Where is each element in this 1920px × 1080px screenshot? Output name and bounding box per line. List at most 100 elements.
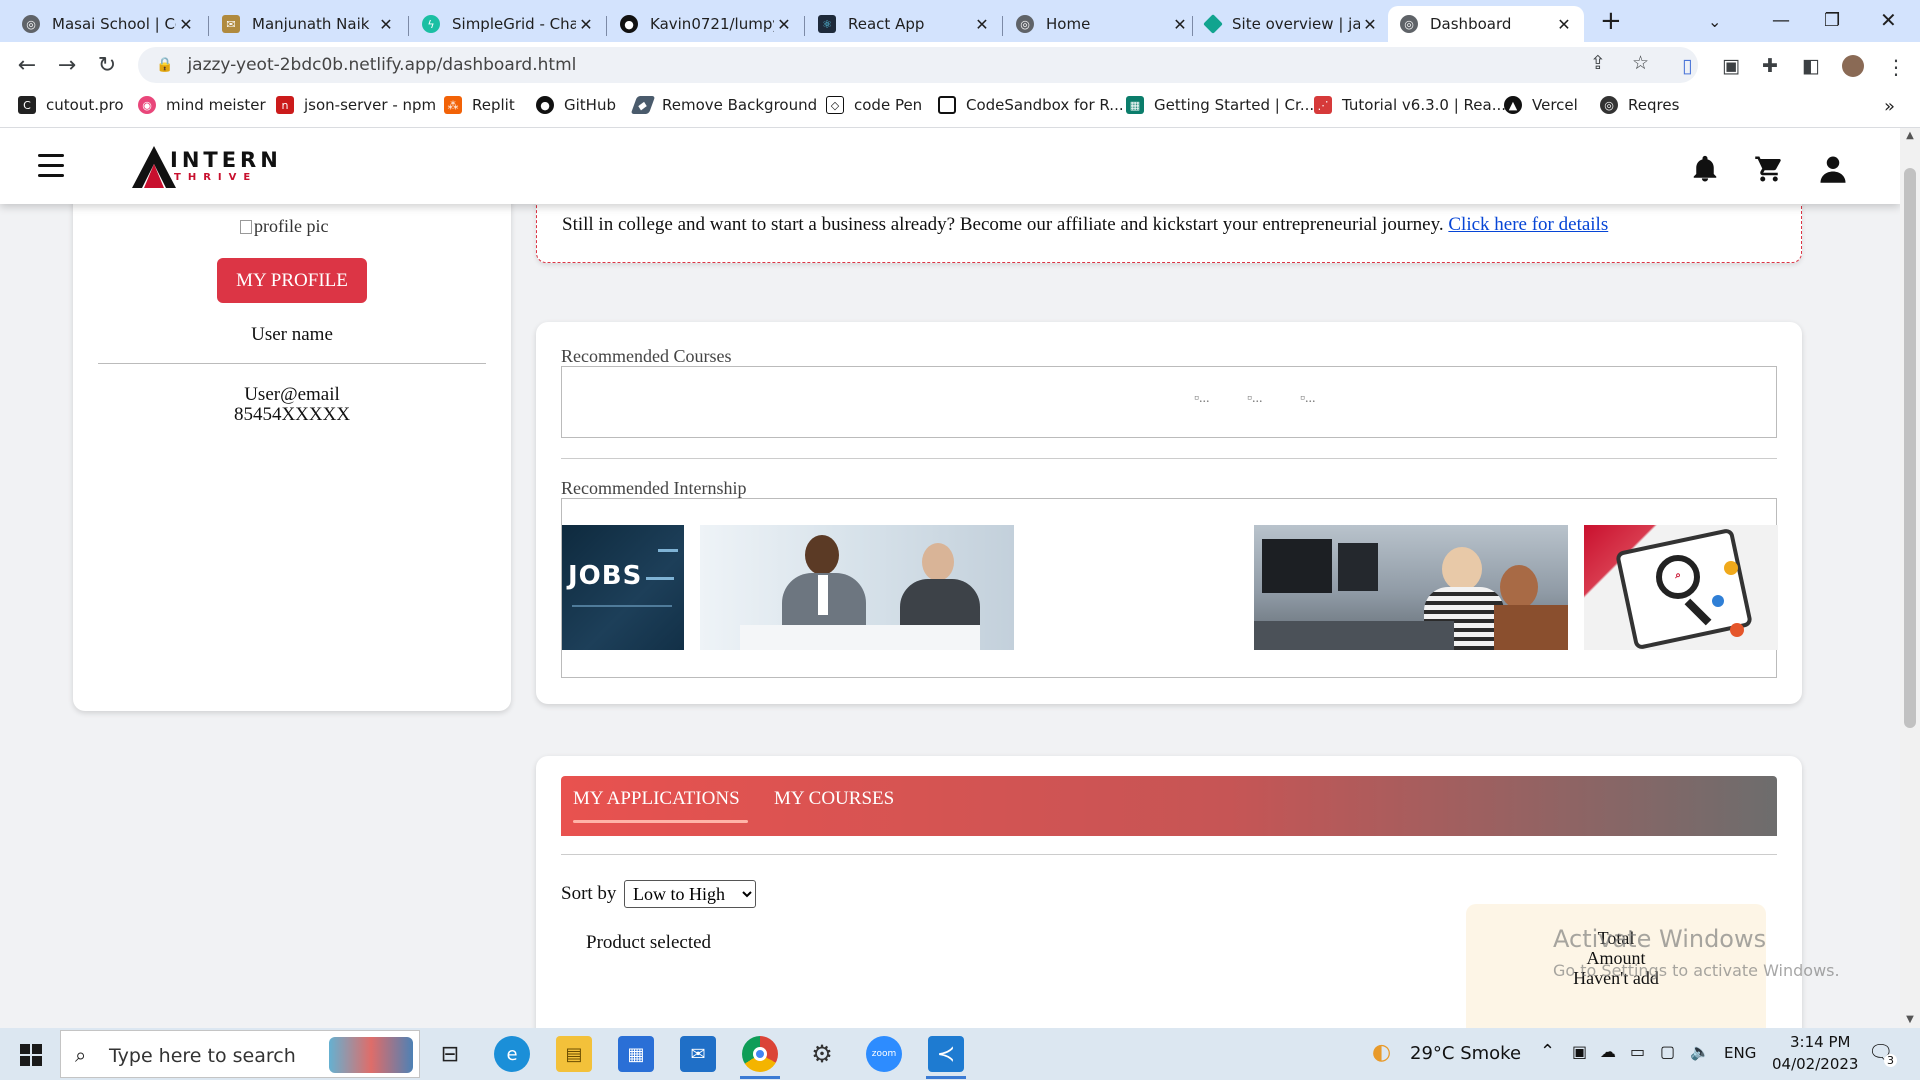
reload-icon[interactable]: ↻ [92,50,122,80]
browser-tab[interactable]: ϟ SimpleGrid - Cha ✕ [410,6,606,42]
product-selected-text: Product selected [586,932,712,953]
bookmark-item[interactable]: ▦ Getting Started | Cr... [1126,96,1314,114]
zoom-icon[interactable]: zoom [866,1036,902,1072]
browser-tab[interactable]: Site overview | ja ✕ [1194,6,1390,42]
my-profile-button[interactable]: MY PROFILE [217,258,367,303]
volume-icon[interactable]: 🔈 [1690,1042,1710,1061]
bookmark-item[interactable]: ● GitHub [536,96,616,114]
bookmark-item[interactable]: ◇ code Pen [826,96,922,114]
weather-icon[interactable]: ◐ [1372,1040,1391,1065]
browser-tab[interactable]: ◎ Masai School | Co ✕ [10,6,206,42]
settings-icon[interactable]: ⚙ [804,1036,840,1072]
bookmark-item[interactable]: n json-server - npm [276,96,436,114]
user-icon[interactable] [1818,154,1848,184]
more-vert-icon[interactable]: ⋮ [1886,55,1906,79]
forward-icon[interactable]: → [52,50,82,80]
mail-icon[interactable]: ✉ [680,1036,716,1072]
close-window-icon[interactable]: ✕ [1880,8,1897,32]
edge-icon[interactable]: e [494,1036,530,1072]
course-thumbnail[interactable]: ▫... [1247,391,1262,407]
task-view-icon[interactable]: ⊟ [432,1036,468,1072]
close-tab-icon[interactable]: ✕ [176,15,196,34]
scroll-up-icon[interactable]: ▲ [1900,130,1920,141]
sort-select[interactable]: Low to High [624,880,756,908]
codesandbox-icon [938,96,956,114]
language-indicator[interactable]: ENG [1724,1044,1756,1062]
side-panel-icon[interactable]: ◧ [1802,55,1820,77]
store-icon[interactable]: ▦ [618,1036,654,1072]
close-tab-icon[interactable]: ✕ [376,15,396,34]
more-bookmarks-icon[interactable]: » [1884,96,1895,117]
puzzle-icon[interactable]: ✚ [1762,55,1778,77]
internship-image-office[interactable] [1254,525,1568,650]
recommended-card: Recommended Courses ▫... ▫... ▫... Recom… [536,322,1802,704]
close-tab-icon[interactable]: ✕ [1170,15,1190,34]
active-tab-indicator [573,820,748,823]
tab-my-applications[interactable]: MY APPLICATIONS [573,788,740,810]
browser-tab[interactable]: ✉ Manjunath Naik | ✕ [210,6,406,42]
new-tab-icon[interactable]: + [1600,6,1622,36]
media-icon[interactable]: ▣ [1722,55,1740,77]
share-icon[interactable]: ⇪ [1590,52,1606,74]
course-thumbnail[interactable]: ▫... [1194,391,1209,407]
logo[interactable]: INTERN THRIVE [130,142,278,192]
clock-date[interactable]: 04/02/2023 [1772,1055,1858,1073]
page-scrollbar[interactable]: ▲ ▼ [1900,128,1920,1028]
weather-text[interactable]: 29°C Smoke [1410,1043,1521,1064]
chrome-icon[interactable] [742,1036,778,1072]
internship-image-interview[interactable] [700,525,1014,650]
bookmark-item[interactable]: ▲ Vercel [1504,96,1578,114]
browser-tab[interactable]: ⚛ React App ✕ [806,6,1002,42]
vscode-icon[interactable]: ≺ [928,1036,964,1072]
clock-time[interactable]: 3:14 PM [1790,1033,1850,1051]
tab-my-courses[interactable]: MY COURSES [774,788,894,810]
close-tab-icon[interactable]: ✕ [1360,15,1380,34]
affiliate-details-link[interactable]: Click here for details [1448,214,1608,235]
internship-image-job-search[interactable]: ⌕ [1584,525,1778,651]
cart-icon[interactable] [1754,154,1784,184]
star-icon[interactable]: ☆ [1632,52,1649,74]
onedrive-icon[interactable]: ☁ [1600,1042,1616,1061]
globe-icon: ◎ [1600,96,1618,114]
site-header: INTERN THRIVE [0,128,1900,204]
file-explorer-icon[interactable]: ▤ [556,1036,592,1072]
internship-image-jobs[interactable]: JOBS [562,525,684,650]
extension-icon[interactable]: ▯ [1682,55,1692,77]
close-tab-icon[interactable]: ✕ [576,15,596,34]
bookmark-item[interactable]: CodeSandbox for R... [938,96,1124,114]
bookmark-item[interactable]: ◆ Remove Background [630,96,817,114]
restore-icon[interactable]: ❐ [1824,10,1840,31]
browser-tab[interactable]: ◎ Home ✕ [1004,6,1200,42]
taskbar-search-input[interactable]: ⌕ Type here to search [60,1030,420,1078]
bookmark-item[interactable]: ⁂ Replit [444,96,515,114]
close-tab-icon[interactable]: ✕ [1554,15,1574,34]
menu-icon[interactable] [38,154,64,177]
globe-icon: ◎ [1016,15,1034,33]
profile-card: profile pic MY PROFILE User name User@em… [73,148,511,711]
windows-start-icon[interactable] [20,1044,42,1066]
bookmark-item[interactable]: ⋰ Tutorial v6.3.0 | Rea... [1314,96,1506,114]
battery-icon[interactable]: ▭ [1630,1042,1645,1061]
network-icon[interactable]: ▢ [1660,1042,1675,1061]
scroll-down-icon[interactable]: ▼ [1900,1014,1920,1025]
browser-tab[interactable]: ● Kavin0721/lumpy ✕ [608,6,804,42]
tray-chevron-icon[interactable]: ⌃ [1540,1041,1555,1062]
bookmark-item[interactable]: ◉ mind meister [138,96,266,114]
bookmark-item[interactable]: ◎ Reqres [1600,96,1679,114]
address-input[interactable]: 🔒 jazzy-yeot-2bdc0b.netlify.app/dashboar… [138,47,1698,83]
profile-divider [98,363,486,364]
user-email: User@email [244,384,340,405]
meet-icon[interactable]: ▣ [1572,1042,1587,1061]
course-thumbnail[interactable]: ▫... [1300,391,1315,407]
bell-icon[interactable] [1690,154,1720,184]
close-tab-icon[interactable]: ✕ [774,15,794,34]
back-icon[interactable]: ← [12,50,42,80]
close-tab-icon[interactable]: ✕ [972,15,992,34]
bookmark-icon: ⋰ [1314,96,1332,114]
browser-tab-active[interactable]: ◎ Dashboard ✕ [1388,6,1584,42]
bookmark-item[interactable]: Ccutout.pro [18,96,124,114]
chevron-down-icon[interactable]: ⌄ [1708,12,1721,31]
avatar[interactable] [1842,55,1864,77]
minimize-icon[interactable]: — [1772,10,1790,31]
scroll-thumb[interactable] [1904,168,1916,728]
